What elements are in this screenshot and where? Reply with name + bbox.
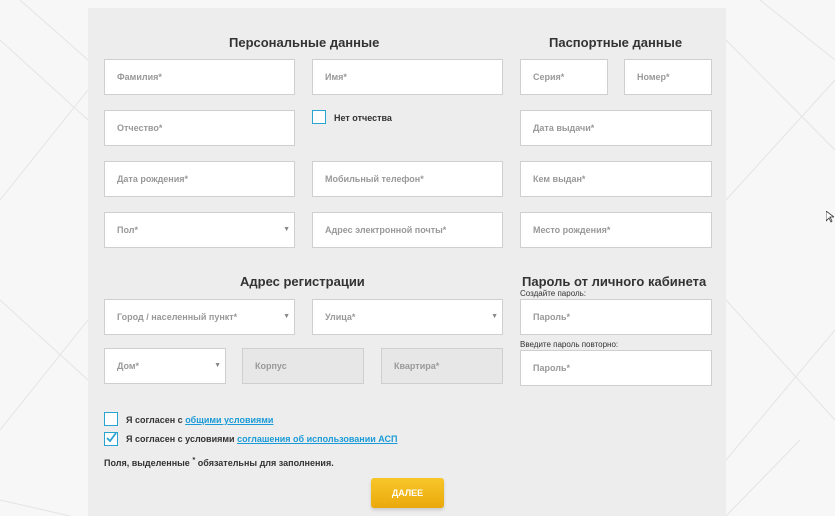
passport-series-field[interactable]: Серия* (520, 59, 608, 95)
house-select[interactable]: Дом* ▼ (104, 348, 226, 384)
mobile-phone-field[interactable]: Мобильный телефон* (312, 161, 503, 197)
birth-place-field[interactable]: Место рождения* (520, 212, 712, 248)
address-title: Адрес регистрации (240, 274, 365, 289)
asp-link[interactable]: соглашения об использовании АСП (237, 434, 397, 444)
passport-data-title: Паспортные данные (549, 35, 683, 50)
repeat-password-label: Введите пароль повторно: (520, 340, 619, 349)
passport-number-field[interactable]: Номер* (624, 59, 712, 95)
required-fields-note: Поля, выделенные * обязательны для запол… (104, 455, 334, 468)
street-select-label: Улица* (325, 312, 356, 322)
password-title: Пароль от личного кабинета (522, 274, 707, 289)
terms-prefix: Я согласен с (126, 415, 186, 425)
name-field[interactable]: Имя* (312, 59, 503, 95)
terms-checkbox[interactable] (104, 412, 118, 426)
asp-agreement-text: Я согласен с условиями соглашения об исп… (126, 434, 398, 444)
repeat-password-field[interactable]: Пароль* (520, 350, 712, 386)
personal-data-title: Персональные данные (229, 35, 380, 50)
dropdown-arrow-icon: ▼ (283, 226, 290, 233)
issued-by-field[interactable]: Кем выдан* (520, 161, 712, 197)
city-select[interactable]: Город / населенный пункт* ▼ (104, 299, 295, 335)
create-password-label: Создайте пароль: (520, 289, 587, 298)
birth-date-field[interactable]: Дата рождения* (104, 161, 295, 197)
dropdown-arrow-icon: ▼ (214, 362, 221, 369)
required-note-suffix: обязательны для заполнения. (195, 458, 334, 468)
house-select-label: Дом* (117, 361, 140, 371)
checkmark-icon (106, 432, 117, 443)
building-field[interactable]: Корпус (242, 348, 364, 384)
no-patronymic-label: Нет отчества (334, 113, 392, 123)
password-field[interactable]: Пароль* (520, 299, 712, 335)
dropdown-arrow-icon: ▼ (283, 313, 290, 320)
gender-select[interactable]: Пол* ▼ (104, 212, 295, 248)
asp-prefix: Я согласен с условиями (126, 434, 238, 444)
email-field[interactable]: Адрес электронной почты* (312, 212, 503, 248)
gender-select-label: Пол* (117, 225, 138, 235)
terms-agreement-text: Я согласен с общими условиями (126, 415, 273, 425)
apartment-field[interactable]: Квартира* (381, 348, 503, 384)
mouse-cursor-icon (826, 211, 834, 223)
terms-link[interactable]: общими условиями (185, 415, 273, 425)
street-select[interactable]: Улица* ▼ (312, 299, 503, 335)
required-note-prefix: Поля, выделенные (104, 458, 193, 468)
surname-field[interactable]: Фамилия* (104, 59, 295, 95)
asp-checkbox[interactable] (104, 432, 118, 446)
patronymic-field[interactable]: Отчество* (104, 110, 295, 146)
next-button[interactable]: ДАЛЕЕ (371, 478, 444, 508)
issue-date-field[interactable]: Дата выдачи* (520, 110, 712, 146)
no-patronymic-checkbox[interactable] (312, 110, 326, 124)
city-select-label: Город / населенный пункт* (117, 312, 238, 322)
dropdown-arrow-icon: ▼ (491, 313, 498, 320)
